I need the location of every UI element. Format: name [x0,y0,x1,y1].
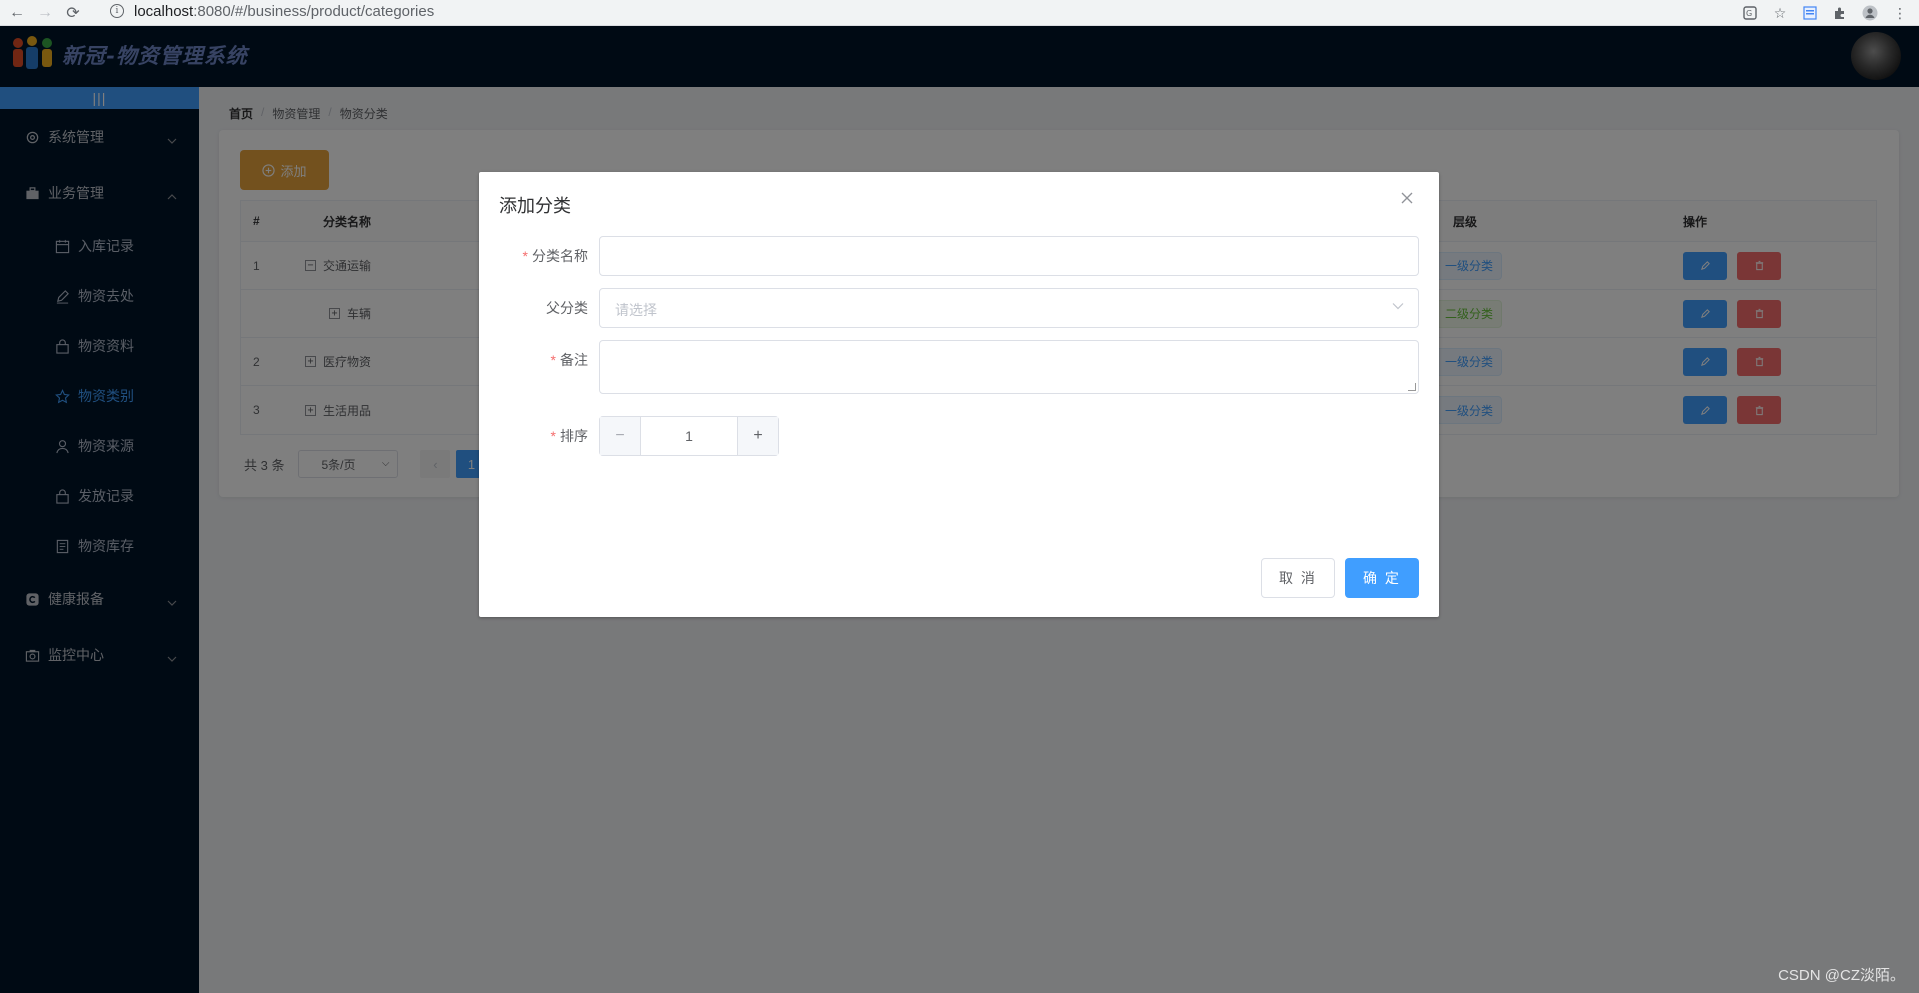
required-mark: * [550,428,556,444]
parent-category-placeholder: 请选择 [615,302,657,318]
watermark-text: CSDN @CZ淡陌。 [1778,967,1905,984]
svg-text:G: G [1746,9,1752,18]
browser-menu-icon[interactable]: ⋮ [1889,2,1911,24]
required-mark: * [522,248,528,264]
add-category-dialog: 添加分类 * 分类名称 父分类 请选择 * 备注 * 排序 − 1 + 取 消 确 定 [479,172,1439,617]
category-name-input[interactable] [599,236,1419,276]
url-host: localhost [134,2,194,20]
decrement-button[interactable]: − [600,417,641,455]
close-icon[interactable] [1401,191,1413,209]
translate-icon[interactable]: G [1739,2,1761,24]
url-path: :8080/#/business/product/categories [193,2,435,20]
remark-label: * 备注 [550,352,588,368]
order-label: * 排序 [550,428,588,444]
extensions-puzzle-icon[interactable] [1829,2,1851,24]
reload-icon[interactable]: ⟳ [62,2,84,24]
dialog-title: 添加分类 [499,196,571,216]
site-info-icon[interactable]: i [110,4,124,18]
resize-handle-icon[interactable] [1408,383,1416,391]
cancel-button[interactable]: 取 消 [1261,558,1335,598]
remark-textarea[interactable] [599,340,1419,394]
extension-app-icon[interactable] [1799,2,1821,24]
required-mark: * [550,352,556,368]
increment-button[interactable]: + [737,417,778,455]
order-value[interactable]: 1 [641,417,737,455]
order-stepper[interactable]: − 1 + [599,416,779,456]
bookmark-star-icon[interactable]: ☆ [1769,2,1791,24]
profile-icon[interactable] [1859,2,1881,24]
chevron-down-icon [1392,299,1404,313]
browser-toolbar: ← → ⟳ i localhost:8080/#/business/produc… [0,0,1919,26]
parent-category-select[interactable]: 请选择 [599,288,1419,328]
category-name-label: * 分类名称 [522,248,588,264]
confirm-button[interactable]: 确 定 [1345,558,1419,598]
address-bar[interactable]: i localhost:8080/#/business/product/cate… [110,0,434,22]
parent-category-label: 父分类 [546,300,588,316]
back-icon[interactable]: ← [6,2,28,24]
forward-icon[interactable]: → [34,2,56,24]
